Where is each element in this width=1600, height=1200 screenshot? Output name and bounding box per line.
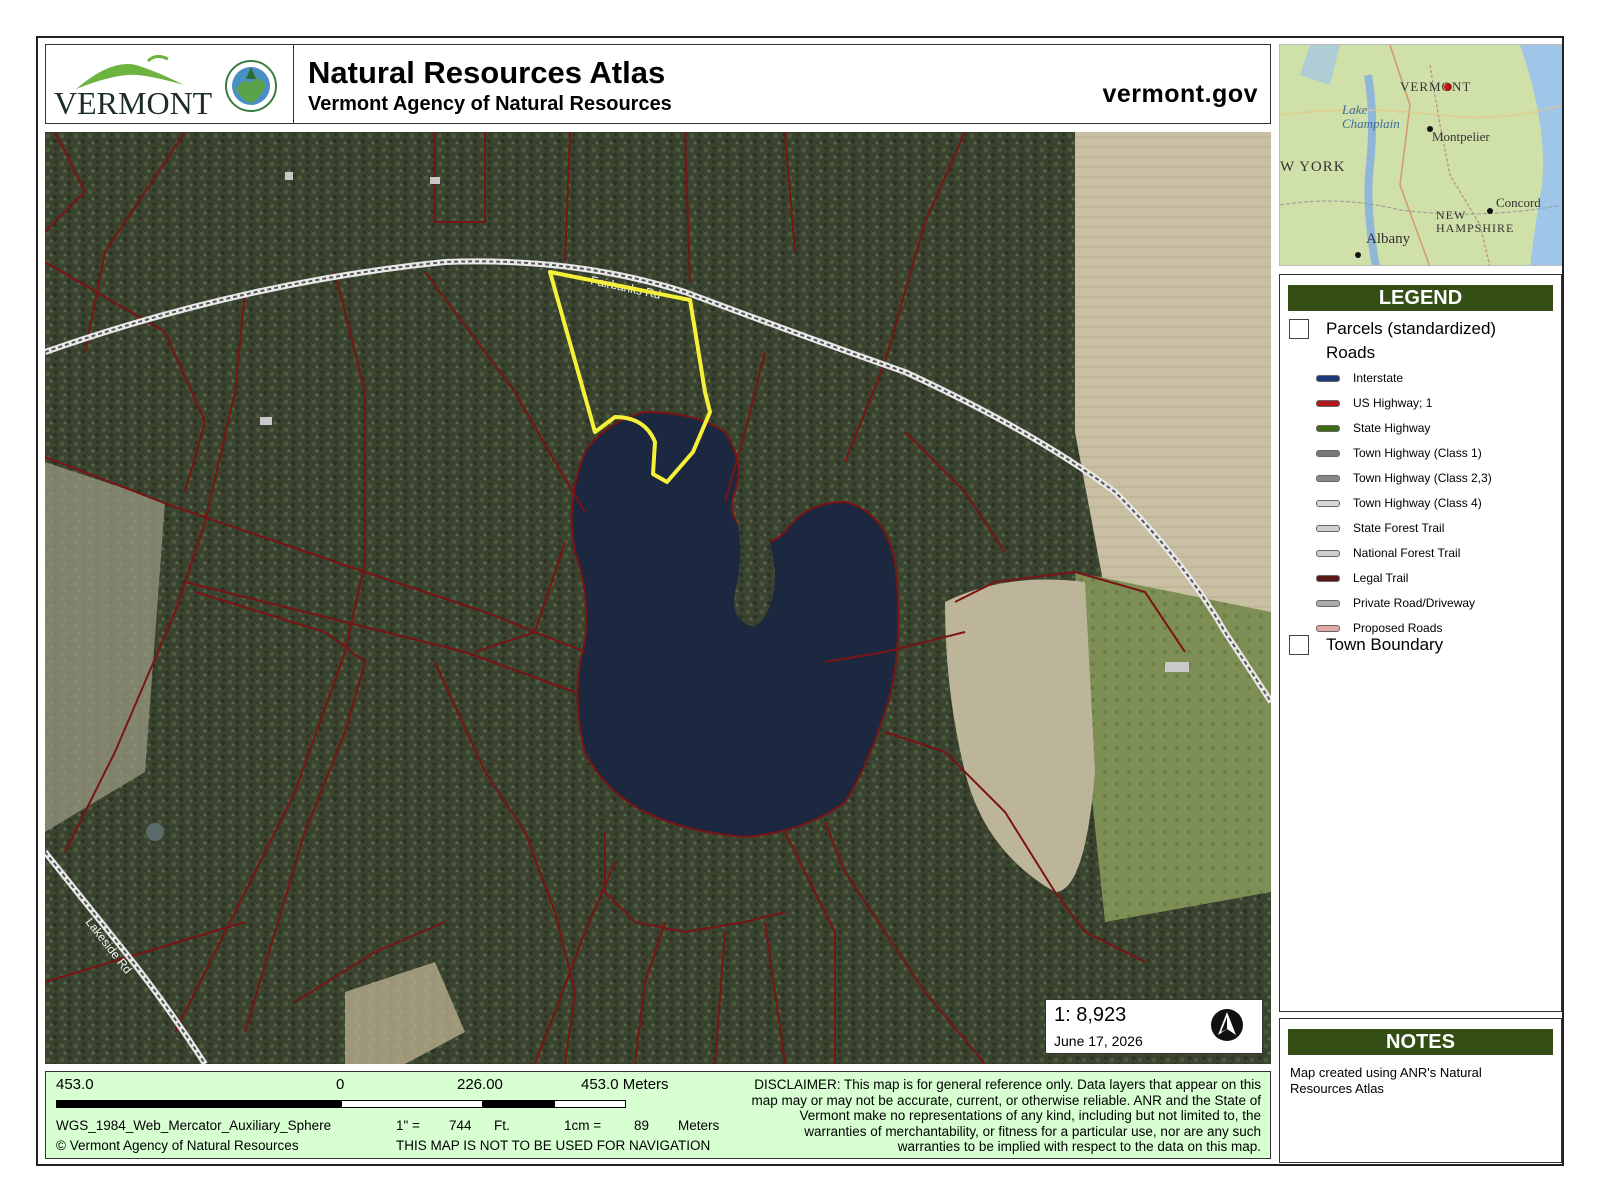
road-swatch [1316, 375, 1340, 382]
road-swatch [1316, 600, 1340, 607]
scale-label-right: 453.0 Meters [581, 1076, 669, 1093]
anr-seal-icon [225, 60, 277, 112]
road-swatch [1316, 550, 1340, 557]
map-header: VERMONT Natural Resources Atlas Vermont … [45, 44, 1271, 124]
scale-label-mid: 226.00 [457, 1076, 503, 1093]
legend-road-label: Interstate [1353, 371, 1404, 385]
map-footer: 453.0 0 226.00 453.0 Meters WGS_1984_Web… [45, 1071, 1271, 1159]
legend-road-label: National Forest Trail [1353, 546, 1461, 560]
road-swatch [1316, 450, 1340, 457]
vermont-wordmark: VERMONT [54, 85, 213, 121]
inch-label: 1" = [396, 1118, 420, 1133]
scale-label-zero: 0 [336, 1076, 345, 1093]
scale-bar-segment [482, 1100, 555, 1108]
notes-panel: NOTES Map created using ANR's Natural Re… [1279, 1018, 1562, 1163]
legend-road-label: Proposed Roads [1353, 621, 1443, 635]
legend-parcels-label: Parcels (standardized) [1326, 319, 1497, 338]
cm-label: 1cm = [564, 1118, 602, 1133]
legend-road-label: State Forest Trail [1353, 521, 1445, 535]
inch-value: 744 [449, 1118, 472, 1133]
scale-bar-segment [56, 1100, 342, 1108]
road-swatch [1316, 425, 1340, 432]
legend-road-label: State Highway [1353, 421, 1431, 435]
inset-label-new-hampshire: NEW HAMPSHIRE [1436, 208, 1515, 235]
legend-heading: LEGEND [1288, 285, 1553, 311]
road-swatch [1316, 575, 1340, 582]
farm-field [1075, 572, 1271, 922]
town-boundary-swatch [1289, 635, 1309, 655]
notes-text: Map created using ANR's Natural Resource… [1290, 1065, 1482, 1096]
cm-value: 89 [634, 1118, 650, 1133]
map-canvas[interactable]: Fairbanks Rd Lakeside Rd [45, 132, 1271, 1064]
aerial-map[interactable]: Fairbanks Rd Lakeside Rd [45, 132, 1271, 1064]
vermont-logo: VERMONT [46, 45, 294, 123]
inset-label-montpelier: Montpelier [1432, 129, 1490, 144]
road-swatch [1316, 500, 1340, 507]
road-swatch [1316, 625, 1340, 632]
scale-bar-segment [554, 1100, 626, 1108]
projection-label: WGS_1984_Web_Mercator_Auxiliary_Sphere [56, 1118, 332, 1133]
scale-ratio: 1: 8,923 [1054, 1004, 1127, 1026]
road-swatch [1316, 525, 1340, 532]
page-subtitle: Vermont Agency of Natural Resources [308, 93, 672, 115]
locator-inset-map[interactable]: VERMONT Lake Champlain Montpelier W YORK… [1279, 44, 1562, 266]
notes-heading: NOTES [1288, 1029, 1553, 1055]
pond [146, 823, 164, 841]
scale-box: 1: 8,923 June 17, 2026 [1045, 999, 1263, 1054]
north-arrow-icon [1211, 1009, 1243, 1041]
navigation-warning: THIS MAP IS NOT TO BE USED FOR NAVIGATIO… [396, 1138, 711, 1153]
legend-road-label: Town Highway (Class 1) [1353, 446, 1482, 460]
inset-label-new-york: W YORK [1280, 159, 1346, 175]
legend-panel: LEGEND Parcels (standardized) Roads Inte… [1279, 274, 1562, 1012]
site-link[interactable]: vermont.gov [1102, 80, 1258, 109]
map-date: June 17, 2026 [1054, 1033, 1143, 1049]
legend-road-label: Town Highway (Class 4) [1353, 496, 1482, 510]
legend-road-label: Legal Trail [1353, 571, 1409, 585]
scale-bar-segment [341, 1100, 483, 1108]
legend-road-label: Town Highway (Class 2,3) [1353, 471, 1492, 485]
parcels-swatch [1289, 319, 1309, 339]
road-swatch [1316, 475, 1340, 482]
inch-unit: Ft. [494, 1118, 510, 1133]
copyright-label: © Vermont Agency of Natural Resources [56, 1138, 299, 1153]
disclaimer-text: DISCLAIMER: This map is for general refe… [751, 1077, 1262, 1155]
inset-label-lake: Lake Champlain [1342, 102, 1400, 131]
legend-roads-label: Roads [1326, 343, 1376, 362]
cm-unit: Meters [678, 1118, 720, 1133]
inset-label-albany: Albany [1366, 231, 1411, 247]
scale-label-left: 453.0 [56, 1076, 94, 1093]
legend-road-label: US Highway; 1 [1353, 396, 1433, 410]
legend-road-label: Private Road/Driveway [1353, 596, 1476, 610]
page-title: Natural Resources Atlas [308, 55, 666, 90]
road-swatch [1316, 400, 1340, 407]
inset-label-vermont: VERMONT [1400, 79, 1472, 94]
legend-town-boundary-label: Town Boundary [1326, 635, 1444, 654]
